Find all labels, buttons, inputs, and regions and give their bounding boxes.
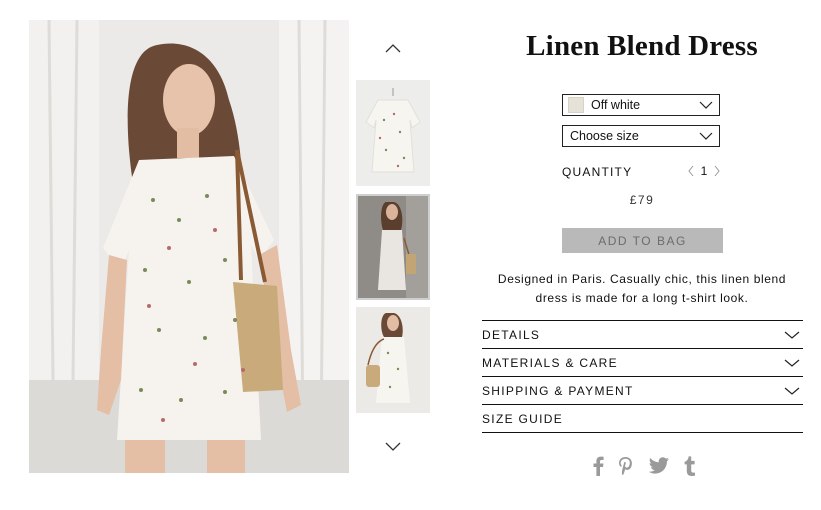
- thumbnail-gallery: [354, 30, 432, 470]
- product-description: Designed in Paris. Casually chic, this l…: [480, 270, 804, 308]
- description-line: Designed in Paris. Casually chic, this l…: [497, 272, 787, 286]
- chevron-down-icon: [784, 327, 800, 345]
- accordion-label: DETAILS: [482, 327, 541, 342]
- product-accordion: DETAILS MATERIALS & CARE SHIPPING & PAYM…: [482, 320, 803, 433]
- twitter-icon[interactable]: [648, 456, 670, 480]
- color-select[interactable]: Off white: [562, 94, 720, 116]
- add-to-bag-button[interactable]: ADD TO BAG: [562, 228, 723, 253]
- quantity-increase-icon[interactable]: [712, 163, 722, 179]
- accordion-size-guide[interactable]: SIZE GUIDE: [482, 405, 803, 433]
- size-select[interactable]: Choose size: [562, 125, 720, 147]
- gallery-up-arrow-icon[interactable]: [380, 38, 406, 58]
- accordion-shipping-payment[interactable]: SHIPPING & PAYMENT: [482, 377, 803, 405]
- main-product-image[interactable]: [29, 20, 349, 473]
- color-swatch: [568, 97, 584, 113]
- social-share-bar: [592, 455, 696, 481]
- quantity-decrease-icon[interactable]: [686, 163, 696, 179]
- accordion-materials-care[interactable]: MATERIALS & CARE: [482, 349, 803, 377]
- facebook-icon[interactable]: [592, 456, 604, 481]
- accordion-label: MATERIALS & CARE: [482, 355, 618, 370]
- accordion-label: SHIPPING & PAYMENT: [482, 383, 634, 398]
- thumbnail-model-front[interactable]: [356, 194, 430, 300]
- pinterest-icon[interactable]: [618, 456, 634, 481]
- accordion-label: SIZE GUIDE: [482, 411, 564, 426]
- color-select-value: Off white: [591, 98, 641, 112]
- chevron-down-icon: [699, 99, 713, 113]
- description-line: dress is made for a long t-shirt look.: [535, 291, 749, 305]
- chevron-down-icon: [784, 383, 800, 401]
- tumblr-icon[interactable]: [684, 455, 696, 481]
- quantity-label: QUANTITY: [562, 165, 633, 179]
- gallery-down-arrow-icon[interactable]: [380, 437, 406, 457]
- accordion-details[interactable]: DETAILS: [482, 321, 803, 349]
- quantity-value[interactable]: 1: [701, 164, 708, 178]
- product-title: Linen Blend Dress: [526, 30, 758, 62]
- chevron-down-icon: [784, 355, 800, 373]
- size-select-value: Choose size: [570, 129, 639, 143]
- thumbnail-model-side[interactable]: [356, 307, 430, 413]
- chevron-down-icon: [699, 130, 713, 144]
- product-price: £79: [629, 193, 655, 207]
- thumbnail-dress-flat[interactable]: [356, 80, 430, 186]
- quantity-stepper: 1: [686, 162, 722, 180]
